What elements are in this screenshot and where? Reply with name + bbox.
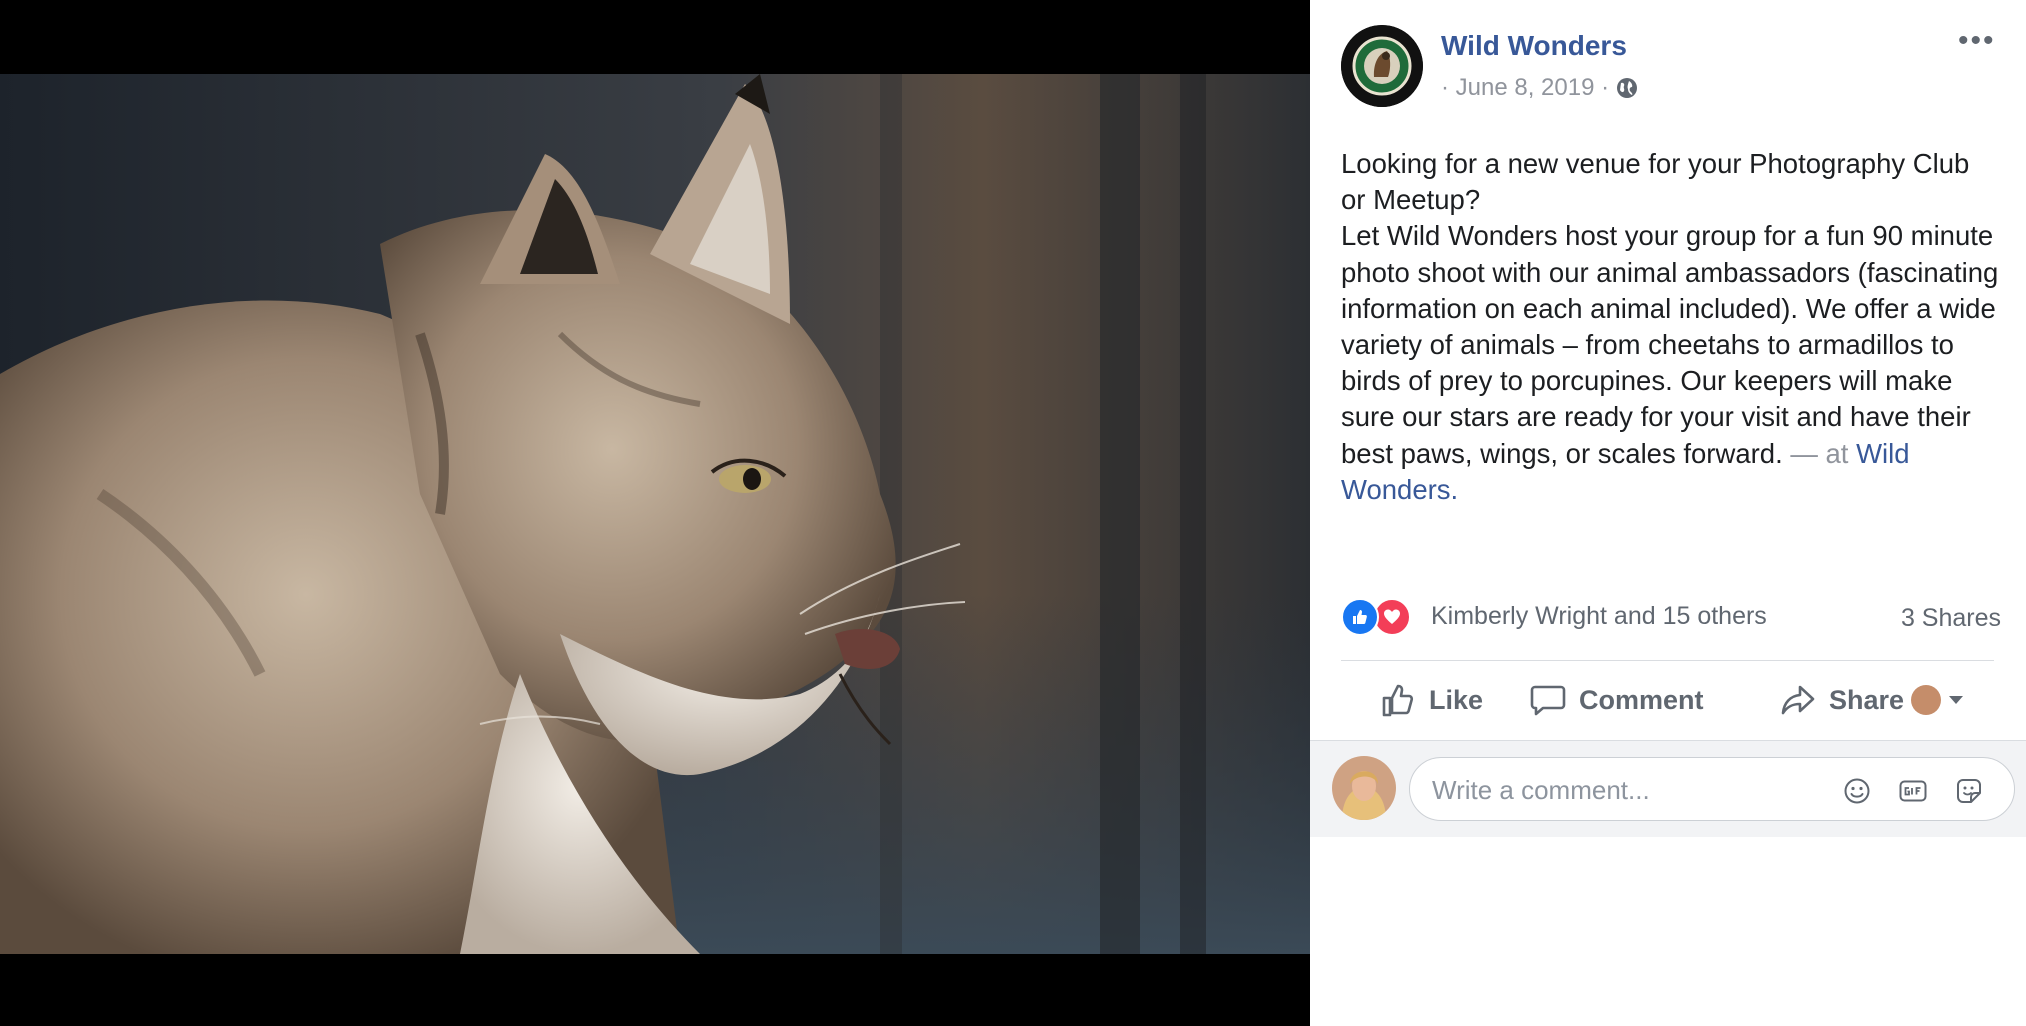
post-text-body: Let Wild Wonders host your group for a f…: [1341, 218, 2001, 508]
comment-box: [1409, 757, 2015, 821]
shares-count[interactable]: 3 Shares: [1901, 604, 2001, 633]
share-button[interactable]: Share: [1779, 670, 1904, 730]
comment-composer: [1310, 740, 2026, 837]
divider: [1341, 660, 1994, 661]
reaction-icons[interactable]: [1341, 598, 1413, 636]
comment-button[interactable]: Comment: [1529, 670, 1704, 730]
gif-icon[interactable]: [1898, 776, 1928, 806]
page-name-link[interactable]: Wild Wonders: [1441, 30, 1627, 62]
user-avatar: [1911, 685, 1941, 715]
thumbs-up-icon: [1382, 684, 1414, 717]
post-date[interactable]: · June 8, 2019 ·: [1441, 74, 1609, 102]
post-text-line: Let Wild Wonders host your group for a f…: [1341, 220, 1999, 469]
like-button[interactable]: Like: [1379, 670, 1483, 730]
post-text-line: Looking for a new venue for your Photogr…: [1341, 148, 1970, 216]
share-label: Share: [1829, 684, 1905, 715]
wild-wonders-logo: [1341, 25, 1423, 107]
post-text: Looking for a new venue for your Photogr…: [1341, 146, 2001, 508]
caret-down-icon: [1949, 696, 1963, 704]
like-reaction-icon: [1341, 598, 1379, 636]
location-prefix: — at: [1790, 437, 1849, 469]
action-bar: Like Comment Share: [1341, 670, 2001, 730]
post-meta: · June 8, 2019 ·: [1441, 74, 1639, 102]
comment-input[interactable]: [1432, 768, 1832, 812]
reactions-bar: Kimberly Wright and 15 others 3 Shares: [1341, 598, 2001, 636]
comment-label: Comment: [1579, 684, 1704, 715]
emoji-icon[interactable]: [1842, 776, 1872, 806]
more-options-button[interactable]: •••: [1958, 24, 1996, 58]
page-avatar[interactable]: [1341, 25, 1423, 107]
comment-icon: [1530, 685, 1566, 716]
globe-icon[interactable]: [1615, 76, 1639, 100]
reaction-audience-selector[interactable]: [1911, 670, 1965, 730]
reaction-names[interactable]: Kimberly Wright and 15 others: [1431, 602, 1767, 631]
like-label: Like: [1429, 684, 1484, 715]
lynx-photo: [0, 74, 1310, 954]
sticker-icon[interactable]: [1954, 776, 1984, 806]
current-user-avatar[interactable]: [1332, 756, 1396, 820]
share-icon: [1781, 685, 1815, 715]
photo-viewer[interactable]: [0, 0, 1310, 1026]
post-sidebar: Wild Wonders · June 8, 2019 · ••• Lookin…: [1310, 0, 2026, 1026]
